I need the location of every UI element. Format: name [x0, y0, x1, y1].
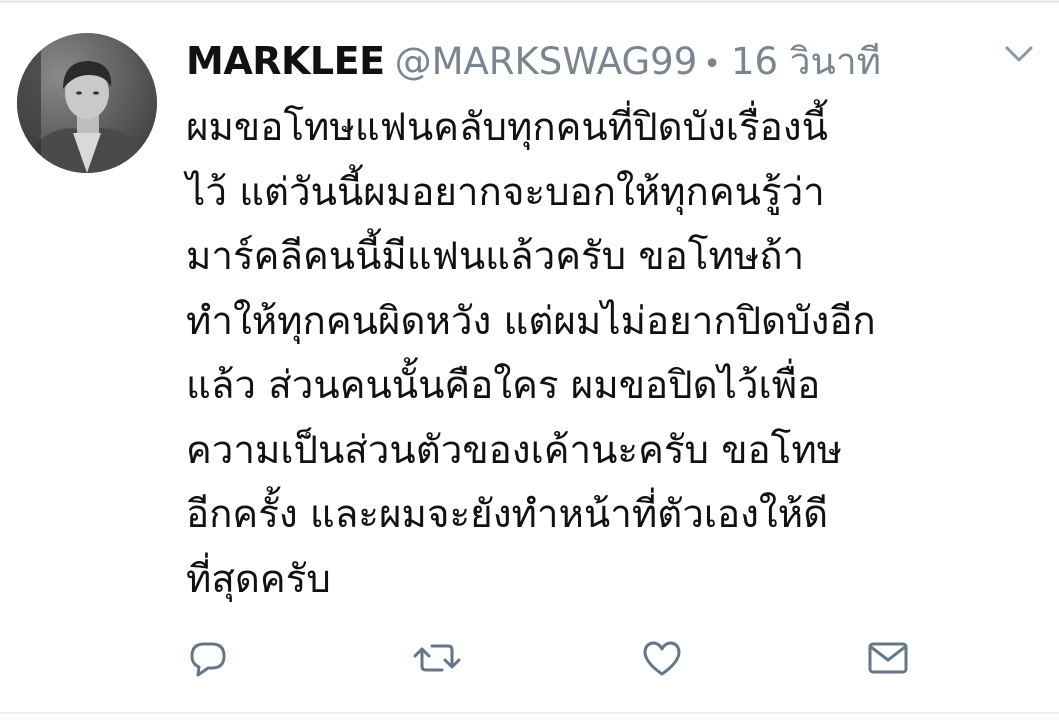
tweet-card: MARKLEE @MARKSWAG99 • 16 วินาที ผมขอโทษแ… — [0, 0, 1059, 720]
retweet-icon — [413, 644, 461, 672]
tweet-text-line: ทำให้ทุกคนผิดหวัง แต่ผมไม่อยากปิดบังอีก — [186, 298, 876, 344]
bottom-divider — [0, 712, 1059, 714]
direct-message-button[interactable] — [866, 636, 910, 680]
display-name[interactable]: MARKLEE — [186, 39, 385, 83]
tweet-text-line: ความเป็นส่วนตัวของเค้านะครับ ขอโทษ — [186, 427, 843, 473]
tweet-text-line: ผมขอโทษแฟนคลับทุกคนที่ปิดบังเรื่องนี้ — [186, 105, 828, 150]
avatar[interactable] — [17, 33, 157, 173]
reply-button[interactable] — [186, 636, 230, 680]
tweet-text-line: มาร์คลีคนนี้มีแฟนแล้วครับ ขอโทษถ้า — [186, 234, 805, 279]
tweet-text-line: ไว้ แต่วันนี้ผมอยากจะบอกให้ทุกคนรู้ว่า — [186, 169, 825, 215]
top-divider — [0, 0, 1059, 3]
action-bar — [0, 636, 1059, 686]
like-button[interactable] — [640, 636, 684, 680]
chevron-down-icon[interactable] — [1001, 40, 1037, 68]
retweet-button[interactable] — [412, 636, 462, 680]
tweet-text-line: อีกครั้ง และผมจะยังทำหน้าที่ตัวเองให้ดี — [186, 492, 829, 537]
envelope-icon — [868, 642, 908, 674]
user-handle[interactable]: @MARKSWAG99 — [395, 40, 698, 83]
tweet-text-line: แล้ว ส่วนคนนั้นคือใคร ผมขอปิดไว้เพื่อ — [186, 363, 821, 408]
tweet-text: ผมขอโทษแฟนคลับทุกคนที่ปิดบังเรื่องนี้ ไว… — [186, 96, 1046, 612]
avatar-photo — [17, 33, 157, 173]
tweet-header: MARKLEE @MARKSWAG99 • 16 วินาที — [186, 32, 881, 92]
reply-icon — [190, 642, 226, 677]
timestamp[interactable]: 16 วินาที — [731, 32, 881, 91]
separator-dot: • — [703, 47, 721, 82]
heart-icon — [643, 641, 681, 676]
tweet-text-line: ที่สุดครับ — [186, 556, 331, 602]
